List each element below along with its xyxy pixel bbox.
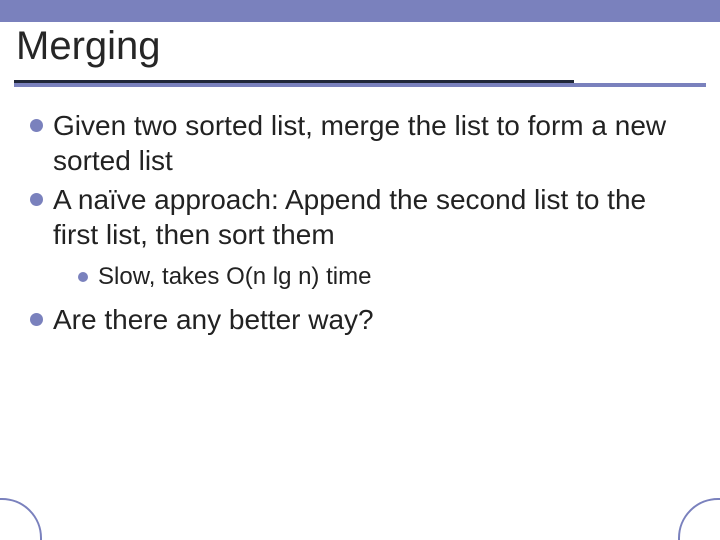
- corner-decoration-bottom-right: [678, 498, 720, 540]
- slide: Merging Given two sorted list, merge the…: [0, 0, 720, 540]
- bullet-icon: [30, 119, 43, 132]
- title-underline-accent: [14, 83, 706, 87]
- bullet-level1: Are there any better way?: [30, 302, 690, 337]
- bullet-icon: [78, 272, 88, 282]
- slide-title: Merging: [16, 24, 161, 69]
- top-accent-bar: [0, 0, 720, 22]
- bullet-text: Given two sorted list, merge the list to…: [53, 108, 690, 178]
- bullet-level2: Slow, takes O(n lg n) time: [78, 262, 690, 292]
- bullet-icon: [30, 193, 43, 206]
- bullet-text: Slow, takes O(n lg n) time: [98, 262, 690, 292]
- bullet-icon: [30, 313, 43, 326]
- bullet-text: A naïve approach: Append the second list…: [53, 182, 690, 252]
- corner-decoration-bottom-left: [0, 498, 42, 540]
- slide-body: Given two sorted list, merge the list to…: [30, 108, 690, 341]
- bullet-level1: A naïve approach: Append the second list…: [30, 182, 690, 252]
- bullet-text: Are there any better way?: [53, 302, 690, 337]
- bullet-level1: Given two sorted list, merge the list to…: [30, 108, 690, 178]
